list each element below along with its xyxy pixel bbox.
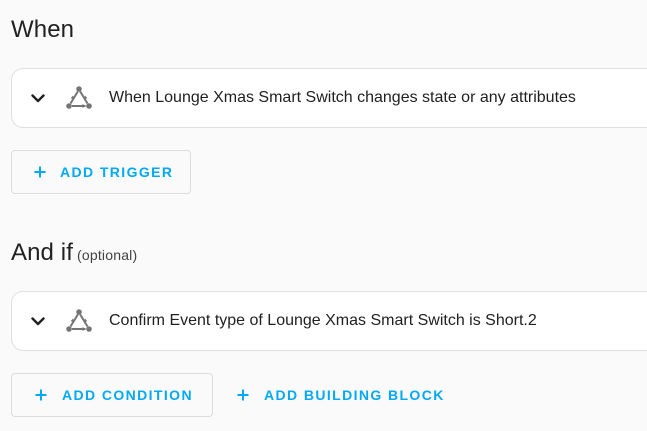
chevron-down-icon[interactable] [28,311,48,331]
state-trigger-icon [65,84,93,112]
plus-icon [34,388,48,402]
condition-card[interactable]: Confirm Event type of Lounge Xmas Smart … [11,291,647,351]
add-condition-label: ADD CONDITION [62,387,193,403]
add-building-block-label: ADD BUILDING BLOCK [264,387,445,403]
state-condition-icon [65,307,93,335]
conditions-title: And if [11,239,73,266]
conditions-heading: And if (optional) [11,239,137,267]
trigger-card[interactable]: When Lounge Xmas Smart Switch changes st… [11,68,647,128]
add-trigger-label: ADD TRIGGER [60,164,174,180]
triggers-heading: When [11,16,74,44]
add-building-block-button[interactable]: ADD BUILDING BLOCK [236,373,445,417]
plus-icon [34,165,46,179]
automation-editor: When When Lounge Xmas Smart Switch chang… [0,0,647,431]
condition-description: Confirm Event type of Lounge Xmas Smart … [109,312,537,329]
trigger-description: When Lounge Xmas Smart Switch changes st… [109,89,576,106]
add-trigger-button[interactable]: ADD TRIGGER [11,150,191,194]
triggers-title: When [11,16,75,43]
add-condition-button[interactable]: ADD CONDITION [11,373,213,417]
optional-label: (optional) [76,247,138,263]
plus-icon [236,388,250,402]
chevron-down-icon[interactable] [28,88,48,108]
